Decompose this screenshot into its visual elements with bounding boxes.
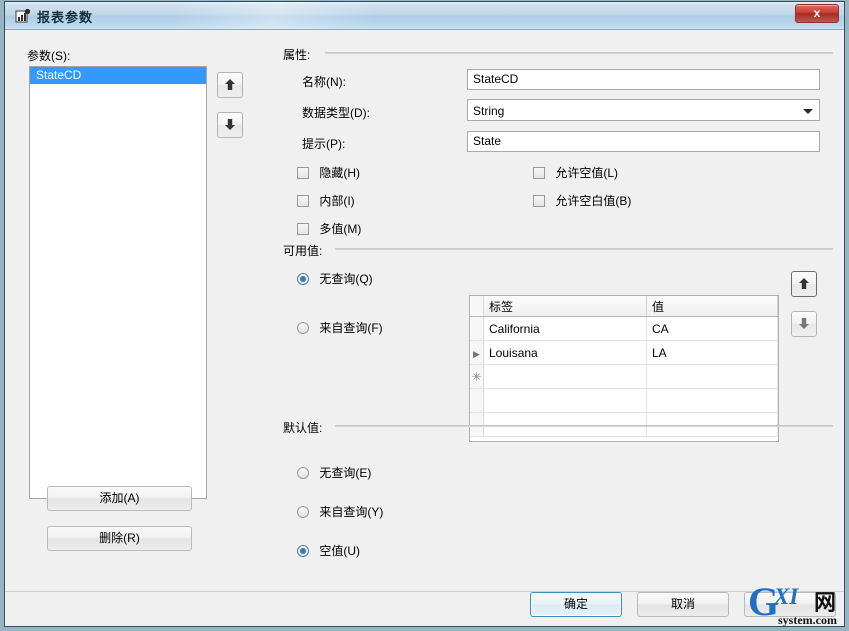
checkbox-allow-blank[interactable]: 允许空白值(B) — [533, 192, 631, 209]
arrow-up-icon — [225, 79, 235, 90]
row-label-cell[interactable]: California — [483, 316, 647, 341]
checkbox-allow-null[interactable]: 允许空值(L) — [533, 164, 618, 181]
row-value-cell[interactable]: LA — [646, 340, 778, 365]
grid-header-row: 标签 值 — [470, 296, 778, 317]
arrow-down-icon — [799, 318, 809, 329]
checkbox-allow-blank-label: 允许空白值(B) — [555, 194, 632, 208]
title-bar: 报表参数 x — [5, 2, 844, 30]
datatype-field-label: 数据类型(D): — [302, 106, 370, 120]
titlebar-sheen — [175, 2, 395, 29]
checkbox-internal[interactable]: 内部(I) — [297, 192, 355, 209]
parameters-label: 参数(S): — [27, 49, 71, 63]
checkbox-box-icon — [297, 223, 309, 235]
close-button[interactable]: x — [795, 4, 839, 23]
properties-group-rule — [325, 52, 833, 54]
checkbox-box-icon — [533, 167, 545, 179]
datatype-value: String — [473, 104, 505, 118]
arrow-up-icon — [799, 278, 809, 289]
parameters-listbox[interactable]: StateCD — [29, 66, 207, 499]
radio-default-none[interactable]: 无查询(E) — [297, 464, 371, 481]
table-row-empty — [470, 388, 778, 413]
grid-column-label[interactable]: 标签 — [483, 296, 647, 317]
move-parameter-up-button[interactable] — [217, 72, 243, 98]
row-label-cell[interactable] — [483, 364, 647, 389]
checkbox-internal-label: 内部(I) — [319, 194, 355, 208]
checkbox-box-icon — [533, 195, 545, 207]
radio-circle-icon — [297, 467, 309, 479]
move-value-down-button[interactable] — [791, 311, 817, 337]
move-parameter-down-button[interactable] — [217, 112, 243, 138]
checkbox-box-icon — [297, 167, 309, 179]
available-values-grid[interactable]: 标签 值 California CA ▶ Louisana LA ✳ — [469, 295, 779, 442]
grid-column-value[interactable]: 值 — [646, 296, 778, 317]
table-row[interactable]: ▶ Louisana LA — [470, 340, 778, 365]
delete-parameter-button[interactable]: 删除(R) — [47, 526, 192, 551]
arrow-down-icon — [225, 119, 235, 130]
table-row-new[interactable]: ✳ — [470, 364, 778, 389]
empty-cell — [483, 388, 647, 413]
row-label-cell[interactable]: Louisana — [483, 340, 647, 365]
ok-button[interactable]: 确定 — [530, 592, 622, 617]
dialog-window-inner: 报表参数 x 参数(S): StateCD 添加(A) 删除(R) 属性: 名称… — [4, 1, 845, 627]
list-item[interactable]: StateCD — [30, 67, 206, 84]
default-value-group-label: 默认值: — [283, 421, 323, 435]
prompt-field[interactable]: State — [467, 131, 820, 152]
properties-group-label: 属性: — [283, 48, 311, 62]
checkbox-hidden-label: 隐藏(H) — [319, 166, 361, 180]
radio-circle-icon — [297, 322, 309, 334]
empty-cell — [646, 388, 778, 413]
current-row-arrow-icon: ▶ — [473, 348, 480, 359]
radio-available-from-query-label: 来自查询(F) — [319, 321, 383, 335]
add-parameter-button[interactable]: 添加(A) — [47, 486, 192, 511]
radio-circle-icon — [297, 273, 309, 285]
radio-default-null-label: 空值(U) — [319, 544, 361, 558]
radio-default-from-query-label: 来自查询(Y) — [319, 505, 384, 519]
table-row[interactable]: California CA — [470, 316, 778, 341]
checkbox-box-icon — [297, 195, 309, 207]
datatype-combobox[interactable]: String — [467, 99, 820, 121]
radio-default-none-label: 无查询(E) — [319, 466, 372, 480]
radio-available-from-query[interactable]: 来自查询(F) — [297, 319, 383, 336]
row-marker-cell — [470, 316, 484, 341]
dialog-window: 报表参数 x 参数(S): StateCD 添加(A) 删除(R) 属性: 名称… — [0, 0, 849, 631]
new-row-asterisk-icon: ✳ — [471, 369, 482, 384]
available-values-group-rule — [335, 248, 833, 250]
report-parameter-icon — [15, 8, 31, 24]
name-field-label: 名称(N): — [302, 75, 346, 89]
checkbox-allow-null-label: 允许空值(L) — [555, 166, 619, 180]
dialog-content: 参数(S): StateCD 添加(A) 删除(R) 属性: 名称(N): St… — [5, 30, 844, 626]
grid-gutter-header — [470, 296, 484, 317]
checkbox-hidden[interactable]: 隐藏(H) — [297, 164, 360, 181]
row-marker-cell: ▶ — [470, 340, 484, 365]
new-row-marker-cell: ✳ — [470, 364, 484, 389]
chevron-down-icon — [803, 109, 813, 114]
move-value-up-button[interactable] — [791, 271, 817, 297]
radio-circle-icon — [297, 506, 309, 518]
radio-available-none[interactable]: 无查询(Q) — [297, 270, 373, 287]
empty-gutter-cell — [470, 388, 484, 413]
window-title: 报表参数 — [37, 10, 94, 25]
radio-circle-icon — [297, 545, 309, 557]
row-value-cell[interactable] — [646, 364, 778, 389]
checkbox-multivalue[interactable]: 多值(M) — [297, 220, 361, 237]
name-field[interactable]: StateCD — [467, 69, 820, 90]
prompt-field-label: 提示(P): — [302, 137, 346, 151]
radio-default-null[interactable]: 空值(U) — [297, 542, 360, 559]
help-button[interactable] — [744, 592, 836, 617]
list-item-label: StateCD — [36, 68, 82, 82]
checkbox-multivalue-label: 多值(M) — [319, 222, 362, 236]
row-value-cell[interactable]: CA — [646, 316, 778, 341]
default-value-group-rule — [335, 425, 833, 427]
radio-default-from-query[interactable]: 来自查询(Y) — [297, 503, 383, 520]
available-values-group-label: 可用值: — [283, 244, 323, 258]
cancel-button[interactable]: 取消 — [637, 592, 729, 617]
radio-available-none-label: 无查询(Q) — [319, 272, 373, 286]
